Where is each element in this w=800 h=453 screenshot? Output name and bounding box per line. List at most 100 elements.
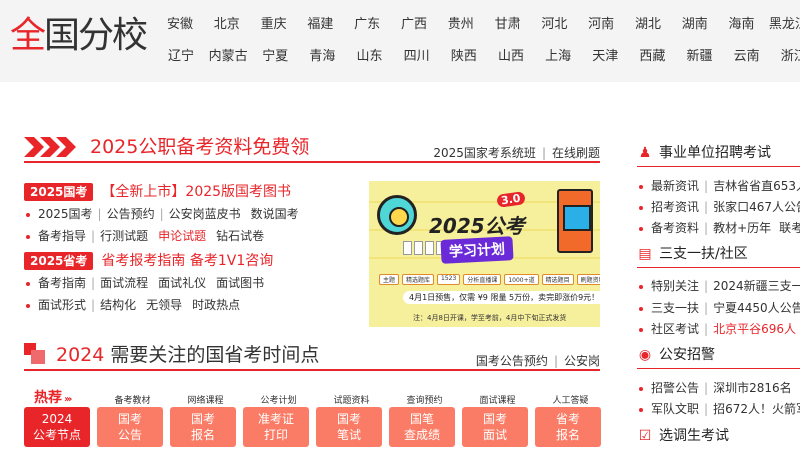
- region-link[interactable]: 安徽: [158, 13, 202, 32]
- tile-button[interactable]: 准考证 打印: [243, 407, 309, 447]
- tile-button[interactable]: 国笔 查成绩: [389, 407, 455, 447]
- link[interactable]: 吉林省省直653人: [713, 179, 800, 193]
- link[interactable]: 行测试题: [100, 229, 148, 243]
- banner-headline: 2025公考: [429, 214, 525, 238]
- region-link[interactable]: 广东: [345, 13, 389, 32]
- link-national-course[interactable]: 2025国家考系统班: [433, 146, 536, 160]
- list-item: 三支一扶 | 宁夏4450人公告: [637, 298, 800, 318]
- link[interactable]: 联考: [779, 221, 800, 235]
- region-link[interactable]: 湖南: [673, 13, 717, 32]
- tile-line: 国考: [117, 412, 142, 426]
- link[interactable]: 最新资讯: [651, 179, 699, 193]
- region-link[interactable]: 河北: [532, 13, 576, 32]
- link[interactable]: 备考指南: [38, 276, 86, 290]
- region-link[interactable]: 西藏: [629, 45, 675, 64]
- link-online-practice[interactable]: 在线刷题: [552, 146, 600, 160]
- region-link[interactable]: 云南: [724, 45, 770, 64]
- tile-button[interactable]: 省考 报名: [535, 407, 601, 447]
- banner-presale-note: 4月1日预售，仅需 ¥9 限量 5万份，卖完即涨价9元！: [403, 291, 600, 304]
- right-block-xuandiao[interactable]: ☑ 选调生考试: [637, 425, 729, 447]
- link[interactable]: 数说国考: [251, 207, 299, 221]
- tile-button[interactable]: 国考 笔试: [316, 407, 382, 447]
- region-link[interactable]: 内蒙古: [205, 45, 251, 64]
- list-item: 2025国考 | 公告预约 | 公安岗蓝皮书 数说国考: [24, 204, 299, 224]
- link[interactable]: 公安岗蓝皮书: [169, 207, 241, 221]
- link[interactable]: 面试礼仪: [158, 276, 206, 290]
- right-block-sanzhi[interactable]: ▤ 三支一扶/社区: [637, 243, 747, 265]
- region-link[interactable]: 海南: [720, 13, 764, 32]
- tile-caption: 查询预约: [406, 396, 443, 406]
- tag-guokao[interactable]: 2025国考: [24, 182, 94, 201]
- link[interactable]: 军队文职: [651, 402, 699, 416]
- link-police-post[interactable]: 公安岗: [564, 354, 600, 368]
- region-link[interactable]: 上海: [535, 45, 581, 64]
- link[interactable]: 2024新疆三支一扶: [713, 279, 800, 293]
- region-link[interactable]: 山西: [488, 45, 534, 64]
- region-link[interactable]: 四川: [394, 45, 440, 64]
- region-link[interactable]: 甘肃: [486, 13, 530, 32]
- headline-guokao-books[interactable]: 【全新上市】2025版国考图书: [101, 184, 291, 200]
- banner-footnote: 注：4月8日开课，学至考前，4月中下旬正式发货: [413, 314, 567, 322]
- region-link[interactable]: 福建: [298, 13, 342, 32]
- region-link[interactable]: 湖北: [626, 13, 670, 32]
- section1-divider: [24, 161, 600, 163]
- region-link[interactable]: 辽宁: [158, 45, 204, 64]
- link[interactable]: 招672人！火箭军: [713, 402, 800, 416]
- link[interactable]: 钻石试卷: [216, 229, 264, 243]
- region-link[interactable]: 贵州: [439, 13, 483, 32]
- region-link[interactable]: 青海: [299, 45, 345, 64]
- region-link[interactable]: 重庆: [252, 13, 296, 32]
- link[interactable]: 2025国考: [38, 207, 93, 221]
- headline-shengkao-guide[interactable]: 省考报考指南 备考1V1咨询: [101, 253, 273, 269]
- tile-line: 面试: [482, 428, 507, 442]
- link[interactable]: 备考资料: [651, 221, 699, 235]
- tile-button[interactable]: 2024 公考节点: [24, 407, 90, 447]
- link[interactable]: 备考指导: [38, 229, 86, 243]
- tile-button[interactable]: 国考 公告: [97, 407, 163, 447]
- region-link[interactable]: 北京: [205, 13, 249, 32]
- link[interactable]: 时政热点: [192, 298, 240, 312]
- link[interactable]: 公告预约: [107, 207, 155, 221]
- site-logo[interactable]: 全国分校: [10, 14, 148, 58]
- region-link[interactable]: 广西: [392, 13, 436, 32]
- region-link[interactable]: 新疆: [677, 45, 723, 64]
- link[interactable]: 结构化: [100, 298, 136, 312]
- badge-icon: ◉: [638, 347, 652, 363]
- link[interactable]: 北京平谷696人: [713, 322, 796, 336]
- promo-banner[interactable]: 3.0 2025公考 学习计划 主题 精选题库 1523 分析直播课 1000+道 精选题…: [369, 181, 600, 327]
- link[interactable]: 宁夏4450人公告: [713, 301, 800, 315]
- right-block-police[interactable]: ◉ 公安招警: [637, 344, 715, 366]
- link[interactable]: 三支一扶: [651, 301, 699, 315]
- link[interactable]: 招警公告: [651, 381, 699, 395]
- list-item: 特别关注|2024新疆三支一扶: [637, 276, 800, 296]
- right-block-public-institution[interactable]: ♟ 事业单位招聘考试: [637, 142, 771, 164]
- link[interactable]: 社区考试: [651, 322, 699, 336]
- link-guokao-notice[interactable]: 国考公告预约: [476, 354, 548, 368]
- link[interactable]: 深圳市2816名: [713, 381, 792, 395]
- region-link[interactable]: 河南: [579, 13, 623, 32]
- region-link[interactable]: 宁夏: [252, 45, 298, 64]
- section-title-free-materials[interactable]: 2025公职备考资料免费领: [90, 134, 309, 160]
- link[interactable]: 张家口467人公告: [713, 200, 800, 214]
- list-item: 面试形式 | 结构化 无领导 时政热点: [24, 295, 240, 315]
- tag-shengkao[interactable]: 2025省考: [24, 251, 94, 270]
- link[interactable]: 无领导: [146, 298, 182, 312]
- section-title-timeline[interactable]: 2024 需要关注的国省考时间点: [56, 342, 319, 368]
- link[interactable]: 招考资讯: [651, 200, 699, 214]
- region-link[interactable]: 陕西: [441, 45, 487, 64]
- region-link[interactable]: 天津: [582, 45, 628, 64]
- list-item: 备考指南 | 面试流程 面试礼仪 面试图书: [24, 273, 264, 293]
- bullet-dot: [639, 226, 643, 231]
- tile-line: 2024: [41, 412, 73, 426]
- region-link[interactable]: 浙江: [771, 45, 800, 64]
- link[interactable]: 面试流程: [100, 276, 148, 290]
- link[interactable]: 面试图书: [216, 276, 264, 290]
- link[interactable]: 面试形式: [38, 298, 86, 312]
- link[interactable]: 特别关注: [651, 279, 699, 293]
- tile-button[interactable]: 国考 报名: [170, 407, 236, 447]
- link[interactable]: 申论试题: [158, 229, 206, 243]
- region-link[interactable]: 山东: [347, 45, 393, 64]
- tile-button[interactable]: 国考 面试: [462, 407, 528, 447]
- region-link[interactable]: 黑龙江: [766, 13, 800, 32]
- link[interactable]: 教材+历年: [713, 221, 771, 235]
